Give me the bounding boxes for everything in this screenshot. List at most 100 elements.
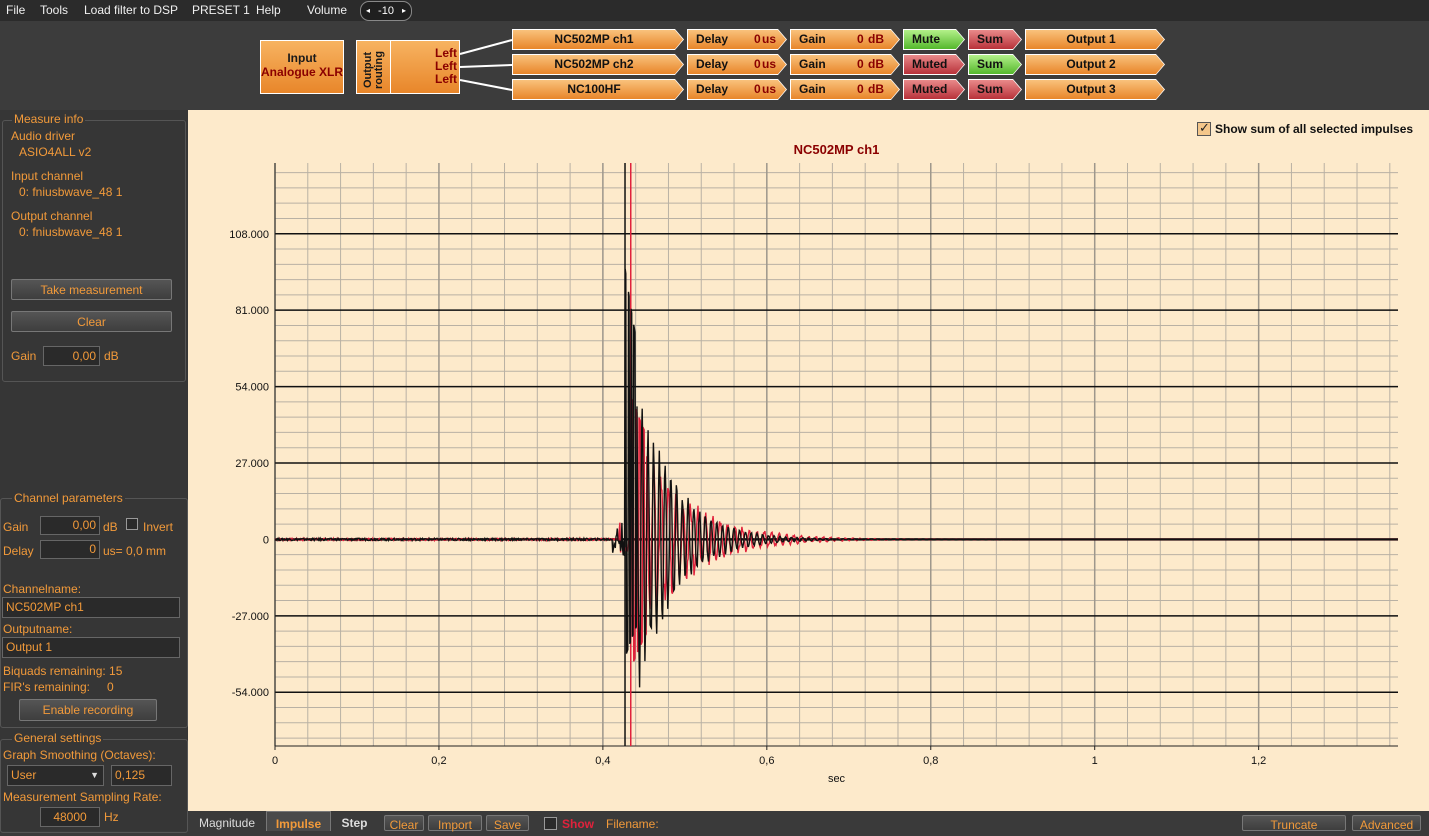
sampling-rate-unit: Hz	[104, 810, 119, 824]
sampling-rate-field[interactable]: 48000	[40, 807, 100, 827]
ch-delay-field[interactable]: 0	[40, 540, 100, 559]
menu-help[interactable]: Help	[256, 3, 281, 17]
side-panel: Measure info Audio driver ASIO4ALL v2 In…	[0, 110, 188, 833]
gain-block-2[interactable]: Gain 0 dB	[791, 55, 899, 74]
x-tick-label: 0,8	[923, 755, 938, 767]
gain-block-3[interactable]: Gain 0 dB	[791, 80, 899, 99]
output-routing-block[interactable]: Output routing Left Left Left	[356, 40, 460, 94]
delay-label: Delay	[696, 57, 729, 71]
biquads-remaining: Biquads remaining: 15	[3, 664, 123, 678]
graph-area: ✓ Show sum of all selected impulses 108.…	[188, 110, 1429, 811]
sum-toggle-1[interactable]: Sum	[969, 30, 1021, 49]
sum-toggle-2[interactable]: Sum	[969, 55, 1021, 74]
take-measurement-button[interactable]: Take measurement	[11, 279, 172, 300]
input-block[interactable]: Input Analogue XLR	[260, 40, 344, 94]
sum-label: Sum	[977, 82, 1004, 96]
sum-label: Sum	[977, 57, 1004, 71]
route-3[interactable]: Left	[435, 73, 457, 86]
volume-value: -10	[378, 5, 394, 17]
ch-gain-field[interactable]: 0,00	[40, 516, 100, 535]
mute-toggle-3[interactable]: Muted	[904, 80, 964, 99]
smoothing-mode-value: User	[11, 768, 37, 782]
channel-name-3[interactable]: NC100HF	[513, 80, 683, 99]
volume-spinner[interactable]: ◂ -10 ▸	[360, 1, 412, 21]
delay-unit: us	[762, 82, 777, 96]
show-checkbox[interactable]	[544, 817, 557, 830]
delay-block-1[interactable]: Delay 0 us	[688, 30, 786, 49]
menu-tools[interactable]: Tools	[40, 3, 68, 17]
tab-magnitude[interactable]: Magnitude	[188, 811, 266, 831]
smoothing-value-field[interactable]: 0,125	[111, 765, 172, 786]
x-tick-label: 1	[1092, 755, 1098, 767]
measure-gain-field[interactable]: 0,00	[43, 346, 100, 366]
y-tick-label: 54.000	[235, 382, 269, 394]
chart-title: NC502MP ch1	[794, 142, 880, 157]
y-tick-label: -54.000	[232, 687, 269, 699]
y-tick-label: 27.000	[235, 458, 269, 470]
fir-remaining-value: 0	[107, 680, 114, 694]
channel-name-label: NC502MP ch1	[554, 32, 634, 46]
delay-unit: us	[762, 57, 777, 71]
audio-driver-value: ASIO4ALL v2	[19, 145, 92, 159]
sum-toggle-3[interactable]: Sum	[969, 80, 1021, 99]
channel-name-label: NC502MP ch2	[554, 57, 634, 71]
x-tick-label: 1,2	[1251, 755, 1266, 767]
impulse-chart[interactable]: 108.000 81.000 54.000 27.000 0 -27.000 -54.000…	[188, 110, 1429, 811]
delay-block-3[interactable]: Delay 0 us	[688, 80, 786, 99]
truncate-button[interactable]: Truncate	[1242, 815, 1346, 832]
y-tick-label: 81.000	[235, 305, 269, 317]
chevron-down-icon: ▼	[90, 770, 99, 780]
gain-value: 0	[857, 82, 864, 96]
bottom-clear-button[interactable]: Clear	[384, 815, 424, 832]
menu-preset[interactable]: PRESET 1	[192, 3, 250, 17]
output-block-3[interactable]: Output 3	[1026, 80, 1164, 99]
channelname-field[interactable]: NC502MP ch1	[2, 597, 180, 618]
gain-label: Gain	[799, 57, 826, 71]
volume-label: Volume	[307, 3, 348, 17]
volume-up-icon[interactable]: ▸	[402, 2, 406, 20]
gain-block-1[interactable]: Gain 0 dB	[791, 30, 899, 49]
channel-name-2[interactable]: NC502MP ch2	[513, 55, 683, 74]
channel-name-1[interactable]: NC502MP ch1	[513, 30, 683, 49]
outputname-field[interactable]: Output 1	[2, 637, 180, 658]
tab-impulse[interactable]: Impulse	[266, 811, 331, 831]
output-block-1[interactable]: Output 1	[1026, 30, 1164, 49]
bottom-bar: Magnitude Impulse Step Clear Import Save…	[188, 811, 1429, 832]
output-channel-label: Output channel	[11, 209, 93, 223]
sampling-rate-label: Measurement Sampling Rate:	[3, 790, 162, 804]
menu-file[interactable]: File	[6, 3, 25, 17]
output-label: Output 3	[1066, 82, 1116, 96]
audio-driver-label: Audio driver	[11, 129, 76, 143]
input-title: Input	[287, 51, 317, 65]
delay-unit: us	[762, 32, 777, 46]
filename-label: Filename:	[606, 817, 659, 831]
delay-block-2[interactable]: Delay 0 us	[688, 55, 786, 74]
save-button[interactable]: Save	[486, 815, 529, 832]
input-channel-value: 0: fniusbwave_48 1	[19, 185, 123, 199]
menu-load-filter[interactable]: Load filter to DSP	[84, 3, 178, 17]
mute-label: Muted	[912, 57, 948, 71]
output-block-2[interactable]: Output 2	[1026, 55, 1164, 74]
channel-name-label: NC100HF	[567, 82, 621, 96]
mute-toggle-1[interactable]: Mute	[904, 30, 964, 49]
show-label: Show	[562, 817, 594, 831]
y-tick-label: -27.000	[232, 611, 269, 623]
gain-value: 0	[857, 32, 864, 46]
advanced-button[interactable]: Advanced	[1352, 815, 1421, 832]
measure-clear-button[interactable]: Clear	[11, 311, 172, 332]
enable-recording-button[interactable]: Enable recording	[19, 699, 157, 721]
import-button[interactable]: Import	[428, 815, 482, 832]
volume-down-icon[interactable]: ◂	[366, 2, 370, 20]
gain-label: Gain	[799, 82, 826, 96]
x-tick-label: 0	[272, 755, 278, 767]
input-channel-label: Input channel	[11, 169, 84, 183]
tab-step[interactable]: Step	[333, 811, 376, 831]
invert-checkbox[interactable]	[126, 518, 138, 530]
ch-delay-unit: us= 0,0 mm	[103, 544, 167, 558]
ch-gain-label: Gain	[3, 520, 29, 534]
mute-toggle-2[interactable]: Muted	[904, 55, 964, 74]
routing-strip: Input Analogue XLR Output routing Left L…	[0, 21, 1429, 110]
smoothing-mode-select[interactable]: User ▼	[7, 765, 104, 786]
delay-value: 0	[754, 82, 761, 96]
sum-label: Sum	[977, 32, 1004, 46]
